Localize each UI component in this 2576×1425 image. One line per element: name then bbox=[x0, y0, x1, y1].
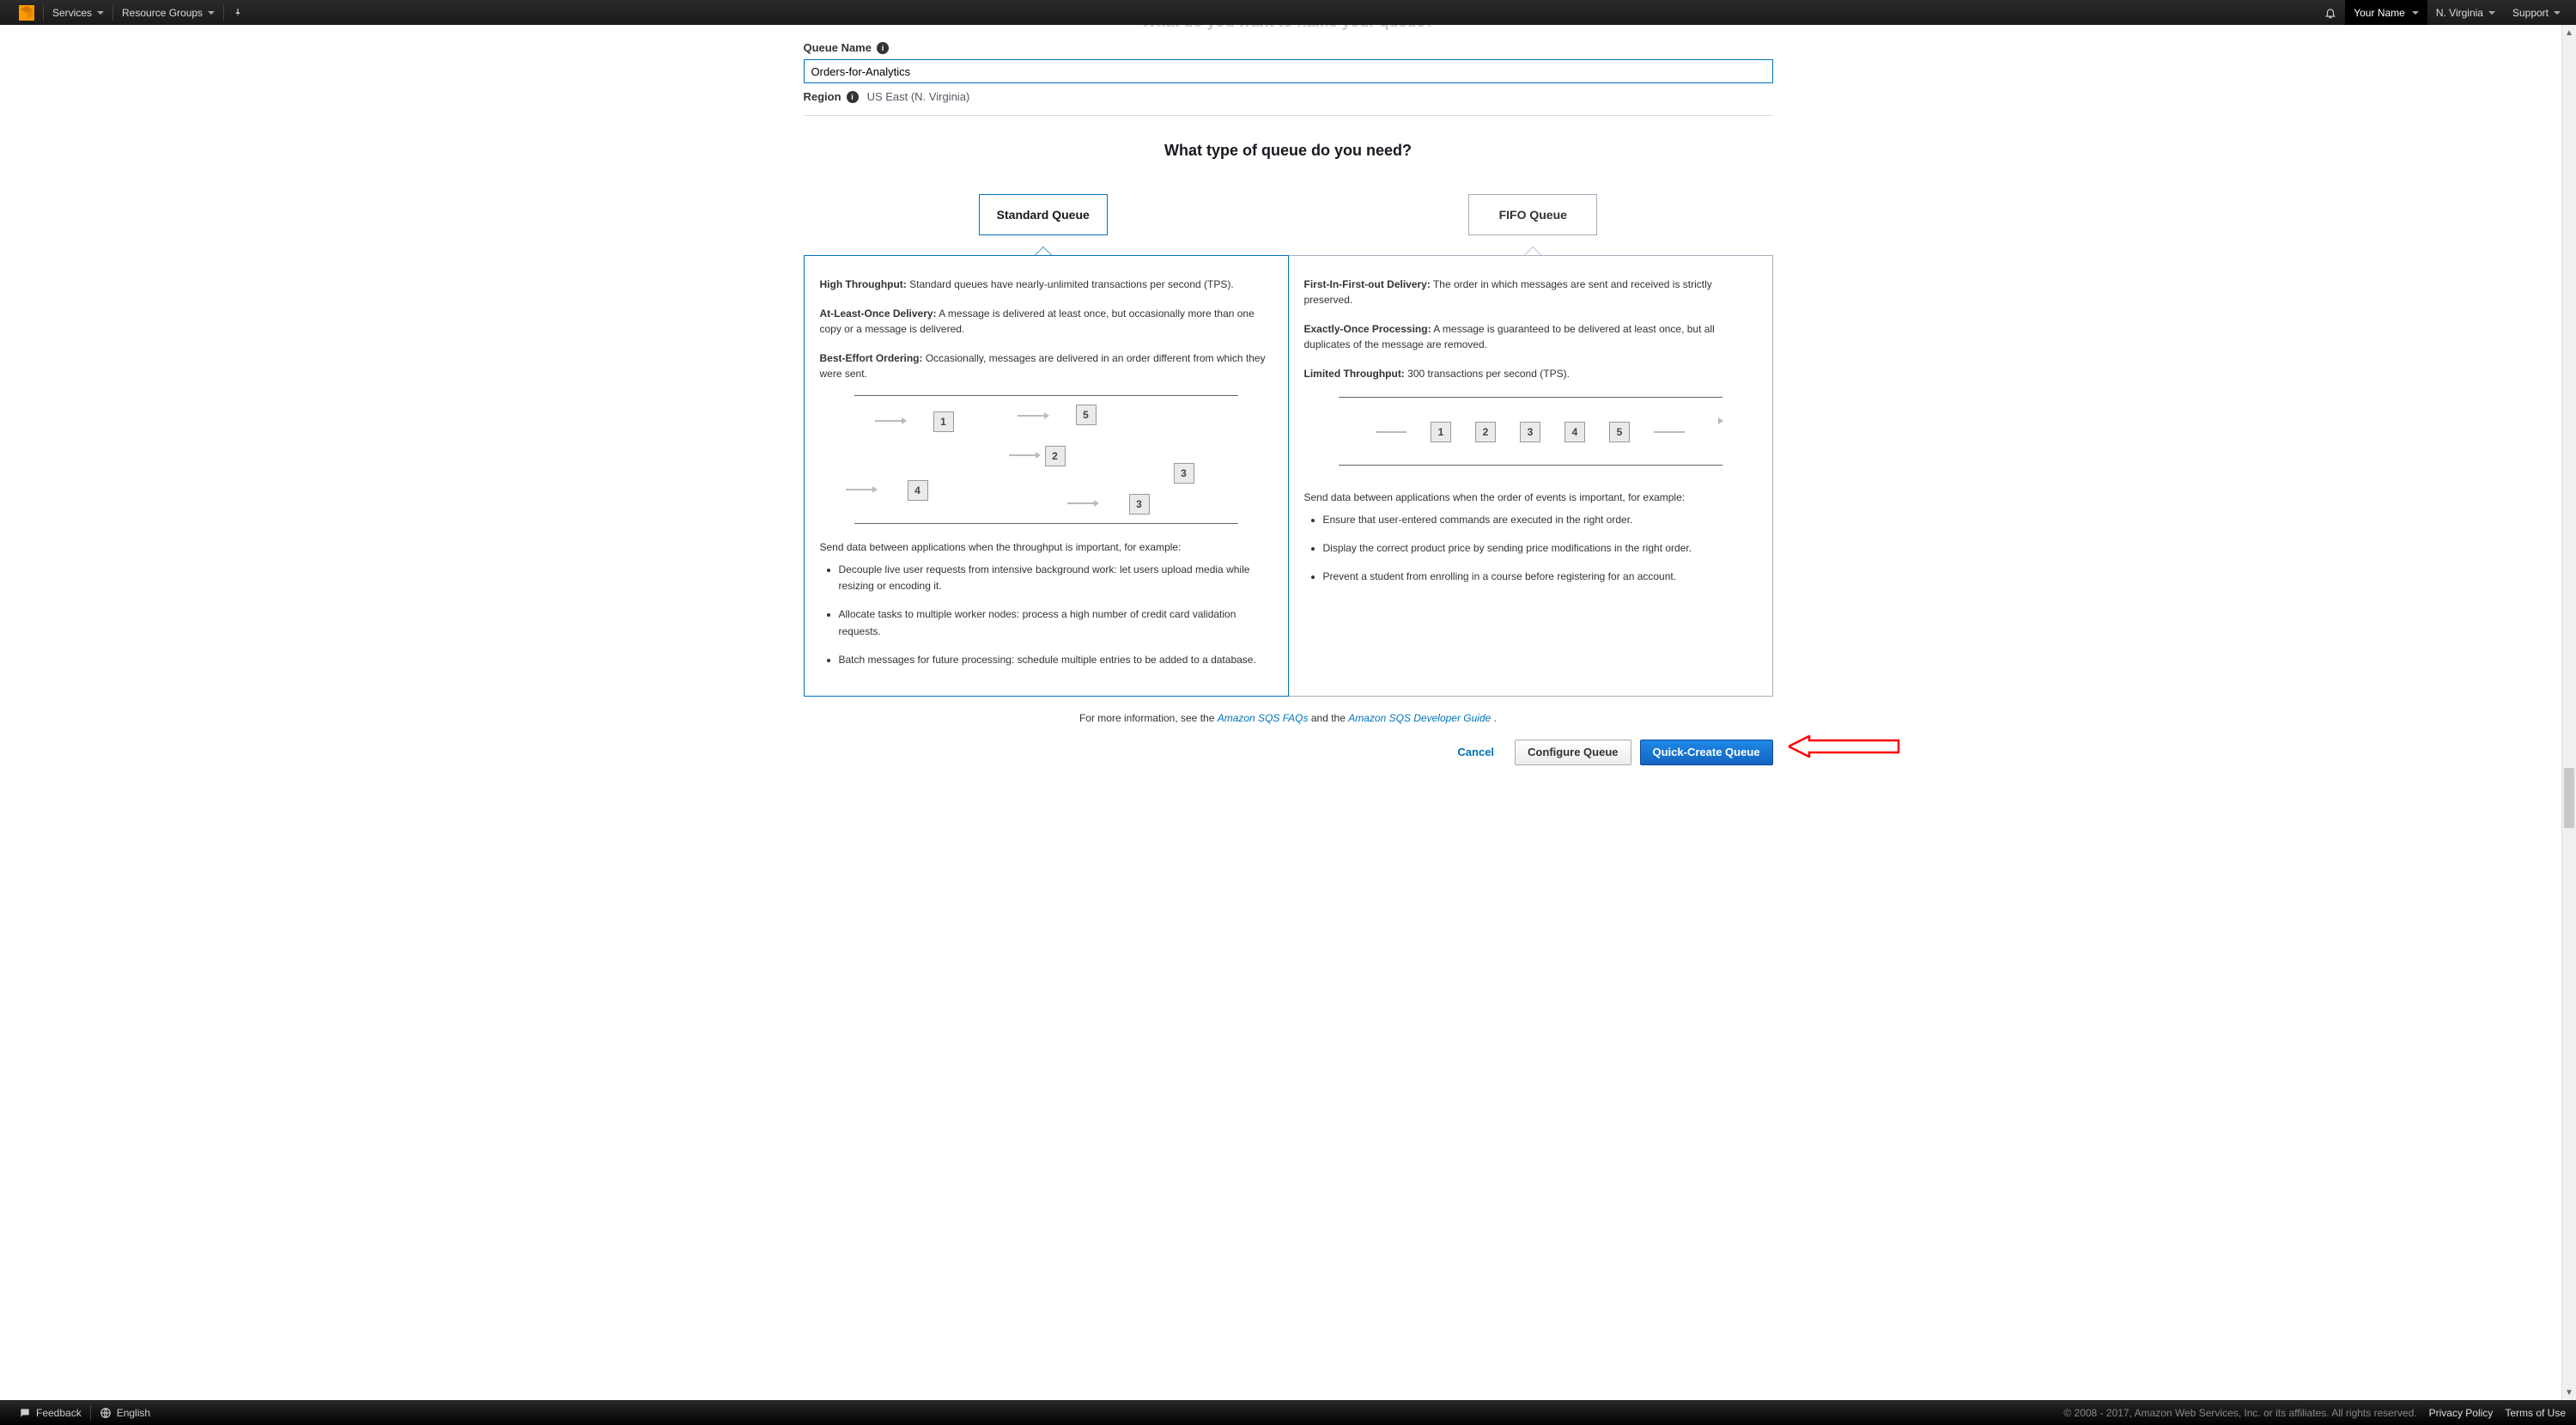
diagram-box: 3 bbox=[1129, 494, 1150, 515]
nav-resource-groups[interactable]: Resource Groups bbox=[113, 0, 223, 25]
diagram-box: 2 bbox=[1475, 422, 1496, 442]
more-info: For more information, see the Amazon SQS… bbox=[804, 712, 1773, 724]
nav-region-label: N. Virginia bbox=[2436, 7, 2483, 19]
caret-down-icon bbox=[208, 11, 215, 15]
scroll-up-icon[interactable]: ▲ bbox=[2565, 27, 2573, 39]
standard-queue-panel: High Throughput: Standard queues have ne… bbox=[804, 255, 1289, 697]
diagram-box: 3 bbox=[1520, 422, 1540, 442]
nav-left: Services Resource Groups bbox=[10, 0, 252, 25]
standard-diagram: 1 5 2 3 4 3 bbox=[854, 395, 1238, 524]
diagram-box: 4 bbox=[908, 480, 928, 501]
list-item: Prevent a student from enrolling in a co… bbox=[1323, 569, 1757, 585]
queue-type-panels: High Throughput: Standard queues have ne… bbox=[804, 265, 1773, 697]
fifo-queue-button[interactable]: FIFO Queue bbox=[1468, 194, 1597, 235]
list-item: Allocate tasks to multiple worker nodes:… bbox=[839, 606, 1273, 639]
caret-down-icon bbox=[2554, 11, 2561, 15]
queue-type-buttons: Standard Queue FIFO Queue bbox=[804, 175, 1773, 265]
sqs-dev-guide-link[interactable]: Amazon SQS Developer Guide bbox=[1348, 712, 1491, 724]
nav-support-label: Support bbox=[2512, 7, 2549, 19]
arrow-icon bbox=[846, 489, 877, 490]
standard-queue-button[interactable]: Standard Queue bbox=[979, 194, 1108, 235]
list-item: Decouple live user requests from intensi… bbox=[839, 562, 1273, 594]
content: What do you want to name your queue? Que… bbox=[797, 25, 1780, 765]
arrow-icon bbox=[1654, 431, 1685, 433]
standard-lead: Send data between applications when the … bbox=[820, 539, 1273, 555]
diagram-box: 1 bbox=[1431, 422, 1451, 442]
diagram-box: 3 bbox=[1174, 463, 1194, 484]
diagram-box: 5 bbox=[1609, 422, 1630, 442]
fifo-lead: Send data between applications when the … bbox=[1304, 490, 1757, 505]
region-label: Region bbox=[804, 90, 841, 103]
diagram-box: 2 bbox=[1045, 446, 1066, 466]
fifo-queue-panel: First-In-First-out Delivery: The order i… bbox=[1289, 255, 1773, 697]
caret-down-icon bbox=[2488, 11, 2495, 15]
diagram-box: 5 bbox=[1076, 405, 1097, 425]
region-row: Region i US East (N. Virginia) bbox=[804, 90, 1773, 103]
info-icon[interactable]: i bbox=[847, 91, 859, 103]
list-item: Batch messages for future processing: sc… bbox=[839, 652, 1273, 668]
nav-support[interactable]: Support bbox=[2504, 0, 2569, 25]
terms-link[interactable]: Terms of Use bbox=[2505, 1407, 2566, 1419]
caret-down-icon bbox=[2412, 11, 2419, 15]
main-scroll-area[interactable]: What do you want to name your queue? Que… bbox=[0, 25, 2576, 1400]
nav-user-label: Your Name bbox=[2354, 7, 2405, 19]
vertical-scrollbar[interactable]: ▲ ▼ bbox=[2561, 25, 2576, 1400]
diagram-box: 1 bbox=[933, 411, 954, 432]
arrow-icon bbox=[1009, 454, 1040, 456]
scroll-thumb[interactable] bbox=[2564, 768, 2574, 828]
cancel-button[interactable]: Cancel bbox=[1445, 740, 1506, 765]
nav-pin[interactable] bbox=[224, 0, 252, 25]
region-value: US East (N. Virginia) bbox=[867, 90, 970, 103]
arrow-icon bbox=[1376, 431, 1406, 433]
fifo-diagram: 1 2 3 4 5 bbox=[1339, 397, 1722, 466]
arrow-icon bbox=[875, 420, 906, 422]
configure-queue-button[interactable]: Configure Queue bbox=[1515, 740, 1631, 765]
top-nav: Services Resource Groups Your Name N. Vi… bbox=[0, 0, 2576, 25]
nav-resource-groups-label: Resource Groups bbox=[122, 7, 203, 19]
section-title-queue-type: What type of queue do you need? bbox=[804, 142, 1773, 160]
feedback-button[interactable]: Feedback bbox=[10, 1400, 90, 1425]
queue-name-input[interactable] bbox=[804, 59, 1773, 83]
copyright-text: © 2008 - 2017, Amazon Web Services, Inc.… bbox=[2063, 1407, 2416, 1419]
sqs-faqs-link[interactable]: Amazon SQS FAQs bbox=[1218, 712, 1309, 724]
privacy-link[interactable]: Privacy Policy bbox=[2429, 1407, 2494, 1419]
annotation-arrow bbox=[1789, 735, 1900, 760]
arrow-icon bbox=[1018, 415, 1048, 417]
quick-create-queue-button[interactable]: Quick-Create Queue bbox=[1640, 740, 1773, 765]
arrow-icon bbox=[1067, 502, 1098, 504]
bottom-bar: Feedback English © 2008 - 2017, Amazon W… bbox=[0, 1400, 2576, 1425]
nav-region[interactable]: N. Virginia bbox=[2427, 0, 2504, 25]
queue-name-field: Queue Name i bbox=[804, 41, 1773, 83]
language-label: English bbox=[117, 1407, 150, 1419]
aws-logo[interactable] bbox=[10, 0, 43, 25]
feedback-label: Feedback bbox=[36, 1407, 82, 1419]
list-item: Display the correct product price by sen… bbox=[1323, 540, 1757, 557]
list-item: Ensure that user-entered commands are ex… bbox=[1323, 512, 1757, 528]
scroll-down-icon[interactable]: ▼ bbox=[2565, 1386, 2573, 1398]
queue-name-label: Queue Name bbox=[804, 41, 872, 54]
diagram-box: 4 bbox=[1564, 422, 1585, 442]
language-button[interactable]: English bbox=[91, 1400, 159, 1425]
nav-right: Your Name N. Virginia Support bbox=[2316, 0, 2569, 25]
caret-down-icon bbox=[97, 11, 104, 15]
nav-notifications[interactable] bbox=[2316, 0, 2345, 25]
cut-heading: What do you want to name your queue? bbox=[804, 25, 1773, 31]
button-row: Cancel Configure Queue Quick-Create Queu… bbox=[804, 740, 1773, 765]
nav-user-menu[interactable]: Your Name bbox=[2345, 0, 2427, 25]
info-icon[interactable]: i bbox=[877, 42, 889, 54]
nav-services[interactable]: Services bbox=[44, 0, 112, 25]
nav-services-label: Services bbox=[52, 7, 92, 19]
